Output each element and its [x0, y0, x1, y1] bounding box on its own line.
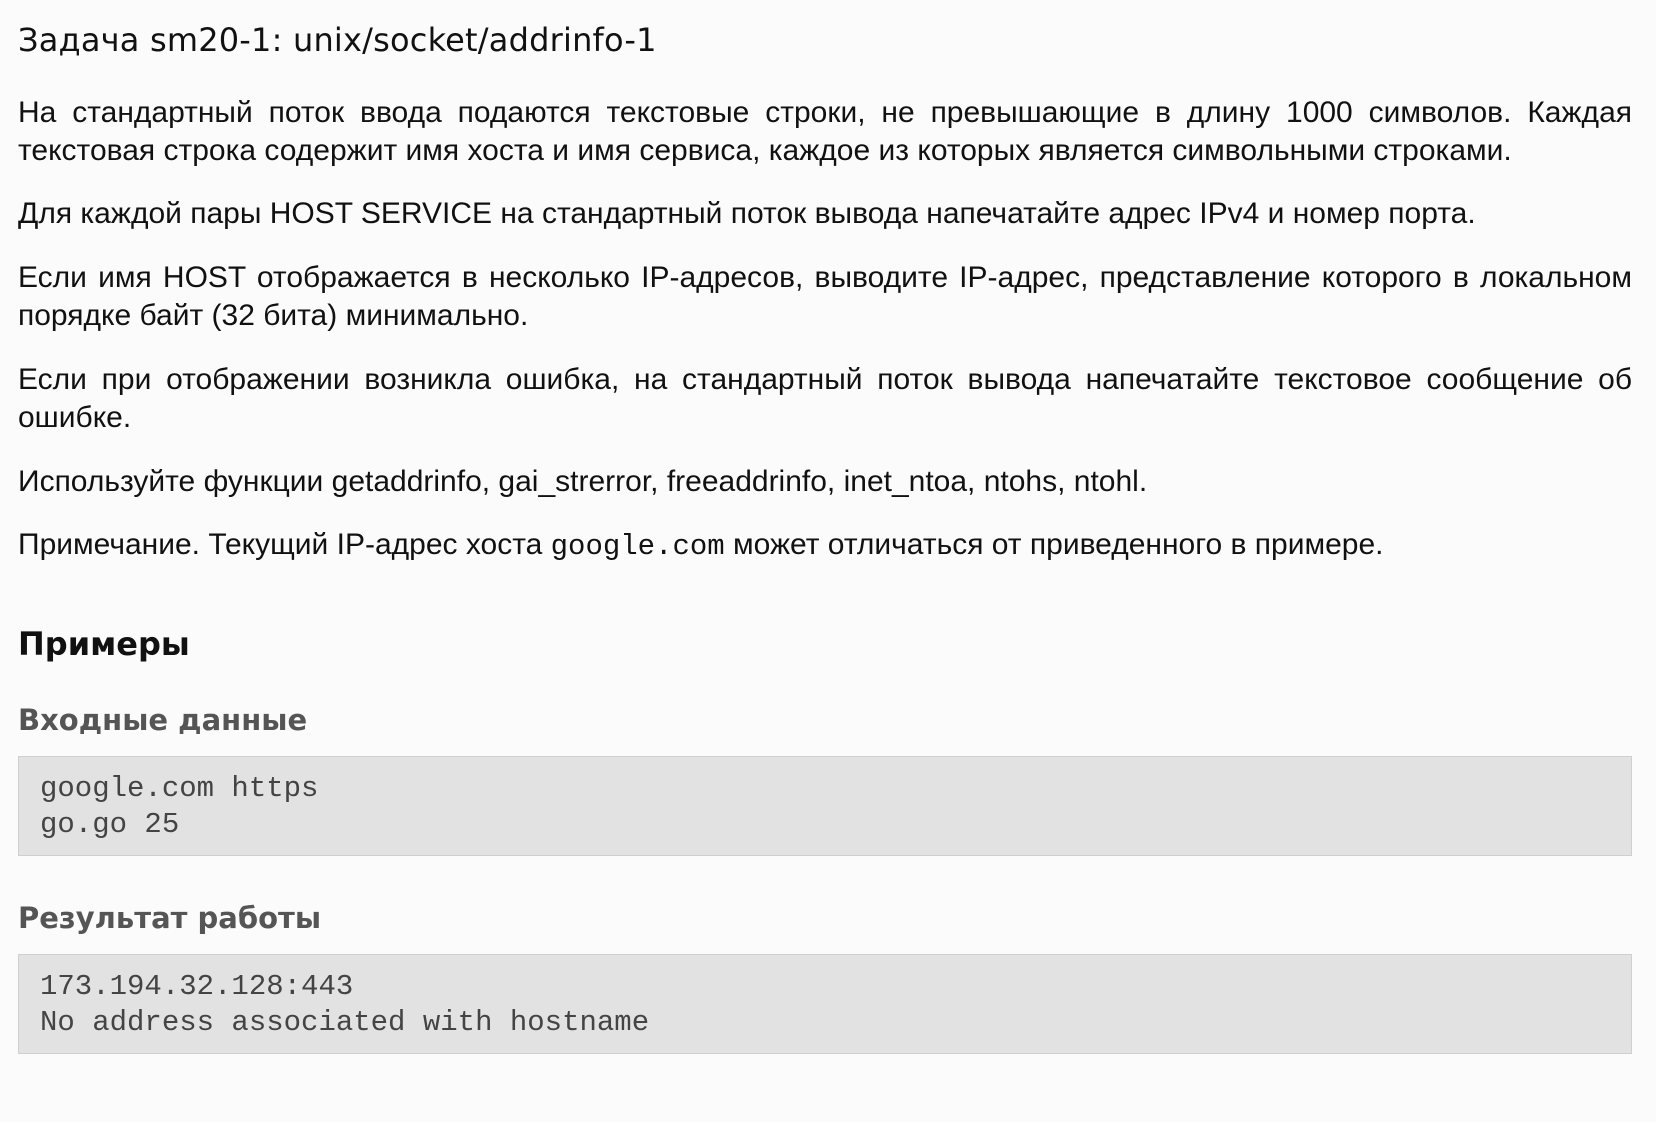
- statement-note: Примечание. Текущий IP-адрес хоста googl…: [18, 526, 1632, 566]
- input-line: google.com https: [40, 772, 319, 805]
- input-data-heading: Входные данные: [18, 703, 308, 737]
- statement-paragraph-output: Для каждой пары HOST SERVICE на стандарт…: [18, 197, 1476, 230]
- statement-paragraph-input: На стандартный поток ввода подаются текс…: [18, 96, 1632, 167]
- task-title: Задача sm20-1: unix/socket/addrinfo-1: [18, 21, 657, 59]
- note-code-host: google.com: [550, 530, 725, 563]
- output-line: 173.194.32.128:443: [40, 970, 354, 1003]
- statement-paragraph-error: Если при отображении возникла ошибка, на…: [18, 363, 1632, 434]
- input-line: go.go 25: [40, 808, 180, 841]
- note-text-before: Примечание. Текущий IP-адрес хоста: [18, 528, 551, 561]
- examples-heading: Примеры: [18, 625, 190, 663]
- output-data-heading: Результат работы: [18, 901, 322, 935]
- output-data-box: 173.194.32.128:443 No address associated …: [18, 954, 1632, 1054]
- statement-paragraph-multiple-addresses: Если имя HOST отображается в несколько I…: [18, 261, 1632, 332]
- note-text-after: может отличаться от приведенного в приме…: [724, 528, 1384, 561]
- input-data-box: google.com https go.go 25: [18, 756, 1632, 856]
- output-line: No address associated with hostname: [40, 1006, 650, 1039]
- statement-paragraph-functions: Используйте функции getaddrinfo, gai_str…: [18, 465, 1148, 498]
- problem-page: Задача sm20-1: unix/socket/addrinfo-1 На…: [18, 0, 1632, 1054]
